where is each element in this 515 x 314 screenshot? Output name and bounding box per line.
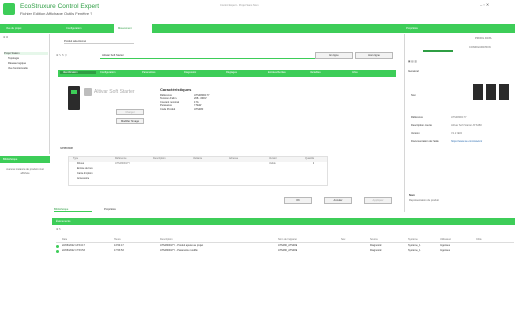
- tab-properties[interactable]: Propriétés: [402, 24, 462, 33]
- editor-toolbar-icons[interactable]: ⚙ ✎ ↻ ▽: [56, 54, 67, 57]
- ok-button[interactable]: OK: [284, 197, 312, 204]
- thumbnail: [486, 84, 496, 100]
- properties-toolbar[interactable]: ▣ ▤ ▥: [408, 60, 417, 63]
- editor-tab-variables[interactable]: Variables: [310, 71, 348, 74]
- properties-header-right: PROFIL DATA: [475, 37, 492, 40]
- events-table: Date Heure Description Nom de l'appareil…: [56, 238, 514, 268]
- load-button[interactable]: Charger: [116, 109, 144, 115]
- tree-item-root[interactable]: Projet Station: [4, 52, 48, 56]
- schneider-logo-icon: [3, 3, 15, 15]
- project-browser: ⚙ ✉ Projet Station Topologie Réseau logi…: [0, 34, 50, 154]
- window-controls[interactable]: – ▫ ✕: [480, 3, 489, 6]
- tree-item-functional[interactable]: Vue fonctionnelle: [8, 67, 28, 70]
- editor-tab-bar: Identification Configuration Paramètres …: [58, 70, 396, 77]
- tab-configuration[interactable]: Configuration: [62, 24, 112, 33]
- product-name: Altivar Soft Starter: [94, 89, 135, 95]
- thumbnail: [499, 84, 509, 100]
- table-row[interactable]: Drives ATS480D17Y Valide 1: [69, 162, 327, 167]
- properties-panel: PROFIL DATA CONFIGURATION ▣ ▤ ▥ Général …: [404, 34, 515, 212]
- characteristics-title: Caractéristiques: [160, 87, 192, 92]
- prop-doc-label: Documentation de l'aide: [411, 140, 439, 143]
- lower-tab-properties[interactable]: Propriétés: [104, 208, 142, 211]
- library-empty-message: Aucune instance de produit n'est affiché…: [6, 168, 44, 175]
- thumbnail: [473, 84, 483, 100]
- tab-project-view[interactable]: Vue du projet: [2, 24, 60, 33]
- prop-version-value: V1.2 IE01: [451, 132, 463, 135]
- device-editor: Produit sélectionné ⚙ ✎ ↻ ▽ Altistar Sof…: [52, 34, 402, 212]
- tree-item-topology[interactable]: Topologie: [8, 57, 19, 60]
- search-input-value: Altistar Soft Starter: [102, 54, 124, 57]
- char-row: Code Produit ATS480: [160, 107, 204, 111]
- selection-table: Type Référence Description Variante Adre…: [68, 156, 328, 186]
- tab-motion[interactable]: Mouvement: [114, 24, 152, 33]
- status-ok-icon: [56, 249, 59, 253]
- prop-desc-value: Altivar Soft Starter ATS480: [451, 124, 482, 127]
- library-panel-header: Bibliothèque: [0, 156, 50, 163]
- prop-desc-label: Description courte: [411, 124, 432, 127]
- modify-image-button[interactable]: Modifier l'image: [116, 118, 144, 124]
- properties-section: Général: [408, 70, 419, 73]
- offline-button[interactable]: Hors ligne: [355, 52, 393, 59]
- table-row[interactable]: 22/06/2022 13:54:17 13:54:17 ATS480D17Y …: [56, 244, 514, 249]
- properties-header-right2[interactable]: CONFIGURATION: [469, 46, 491, 49]
- characteristics-list: Référence ATS480D17Y Tension d'alim. 208..…: [160, 94, 240, 111]
- prop-ref-label: Référence: [411, 116, 423, 119]
- product-icon: [84, 88, 92, 96]
- menu-bar[interactable]: Fichier Edition Affichage Outils Fenêtre…: [20, 12, 92, 15]
- editor-tab-parameters[interactable]: Paramètres: [142, 71, 180, 74]
- online-button[interactable]: En ligne: [315, 52, 353, 59]
- window-caption: Control Expert - Projet Sans Nom: [220, 4, 259, 7]
- prop-name-label: Nom: [411, 94, 417, 97]
- search-input[interactable]: Altistar Soft Starter: [100, 53, 340, 59]
- events-header: Événements: [52, 218, 515, 225]
- events-toolbar[interactable]: ⚙ ↻: [56, 228, 61, 231]
- prop-version-label: Version: [411, 132, 420, 135]
- apply-button[interactable]: Appliquer: [364, 197, 392, 204]
- editor-tab-io[interactable]: Entrées/Sorties: [268, 71, 306, 74]
- prop-doc-link[interactable]: https://www.se.com/ww/en/: [451, 140, 513, 143]
- library-panel: Bibliothèque Aucune instance de produit …: [0, 156, 50, 206]
- editor-tab-diagnostic[interactable]: Diagnostic: [184, 71, 222, 74]
- lower-tab-library[interactable]: Bibliothèque: [54, 208, 92, 213]
- properties-bottom-value: Représentation du produit: [409, 199, 439, 202]
- editor-tab-info[interactable]: Infos: [352, 71, 390, 74]
- events-table-header: Date Heure Description Nom de l'appareil…: [56, 238, 514, 243]
- editor-tab-settings[interactable]: Réglages: [226, 71, 264, 74]
- product-image: [68, 86, 80, 110]
- table-row[interactable]: Entrée de bus: [69, 167, 327, 172]
- app-title: EcoStruxure Control Expert: [20, 3, 100, 10]
- selection-title: Sélection: [60, 147, 74, 150]
- events-panel: Événements ⚙ ↻ Date Heure Description No…: [52, 218, 515, 310]
- cancel-button[interactable]: Annuler: [324, 197, 352, 204]
- product-dropdown[interactable]: Produit sélectionné: [64, 40, 134, 45]
- prop-ref-value: ATS480D17Y: [451, 116, 467, 119]
- title-bar: EcoStruxure Control Expert Fichier Editi…: [0, 0, 515, 20]
- top-tab-bar: Vue du projet Configuration Mouvement Pr…: [0, 24, 515, 33]
- properties-bottom-label: Nom: [409, 194, 415, 197]
- tree-item-logical[interactable]: Réseau logique: [8, 62, 26, 65]
- status-ok-icon: [56, 244, 59, 248]
- selection-table-header: Type Référence Description Variante Adre…: [69, 157, 327, 162]
- lower-tab-bar: Bibliothèque Propriétés: [52, 207, 172, 215]
- product-thumbnails: [473, 84, 509, 100]
- table-row[interactable]: 22/06/2022 17:53:53 17:53:53 ATS480D17Y …: [56, 249, 514, 254]
- project-browser-toolbar: ⚙ ✉: [3, 36, 9, 39]
- table-row[interactable]: Accessoire: [69, 177, 327, 182]
- editor-tab-configuration[interactable]: Configuration: [100, 71, 138, 74]
- editor-tab-identification[interactable]: Identification: [60, 71, 96, 75]
- table-row[interactable]: Carte d'option: [69, 172, 327, 177]
- properties-active-indicator: [423, 50, 453, 52]
